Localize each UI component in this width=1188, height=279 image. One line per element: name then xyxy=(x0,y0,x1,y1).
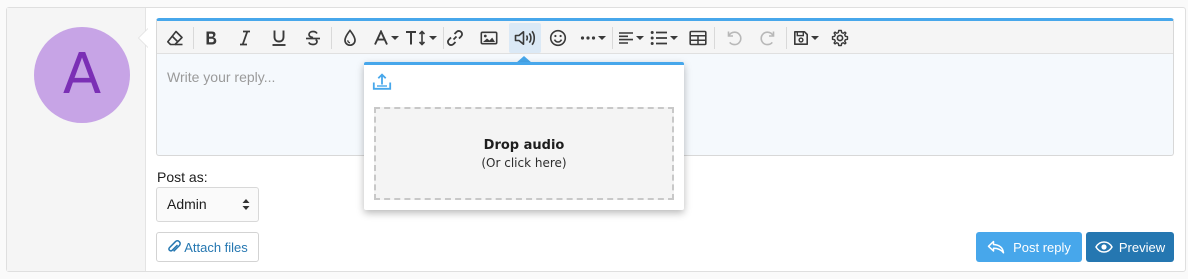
toolbar-divider xyxy=(612,27,613,49)
editor-toolbar xyxy=(157,21,1173,54)
eye-icon xyxy=(1095,241,1113,253)
italic-icon[interactable] xyxy=(232,23,258,53)
list-icon[interactable] xyxy=(649,23,679,53)
volume-icon[interactable] xyxy=(509,23,541,53)
audio-upload-popup: Drop audio (Or click here) xyxy=(364,62,684,210)
underline-icon[interactable] xyxy=(266,23,292,53)
toolbar-divider xyxy=(331,27,332,49)
text-height-icon[interactable] xyxy=(404,23,438,53)
gear-icon[interactable] xyxy=(827,23,853,53)
redo-icon[interactable] xyxy=(755,23,781,53)
undo-icon[interactable] xyxy=(721,23,747,53)
link-icon[interactable] xyxy=(442,23,468,53)
reply-icon xyxy=(987,240,1005,254)
post-reply-label: Post reply xyxy=(1013,239,1071,255)
smile-icon[interactable] xyxy=(545,23,571,53)
eraser-icon[interactable] xyxy=(162,23,188,53)
toolbar-divider xyxy=(714,27,715,49)
strikethrough-icon[interactable] xyxy=(300,23,326,53)
paperclip-icon xyxy=(168,240,182,252)
preview-button[interactable]: Preview xyxy=(1086,232,1174,262)
dropzone-title: Drop audio xyxy=(483,137,565,153)
image-icon[interactable] xyxy=(476,23,502,53)
reply-placeholder[interactable]: Write your reply... xyxy=(167,69,275,85)
attach-files-label: Attach files xyxy=(184,239,248,255)
avatar-column: A xyxy=(7,8,146,271)
bold-icon[interactable] xyxy=(198,23,224,53)
post-as-select[interactable]: Admin xyxy=(156,187,259,222)
post-as-label: Post as: xyxy=(157,169,208,185)
reply-block: A Write your reply... Drop audio (Or cli… xyxy=(0,0,1188,279)
toolbar-divider xyxy=(193,27,194,49)
avatar[interactable]: A xyxy=(34,27,130,123)
droplet-icon[interactable] xyxy=(337,23,363,53)
audio-dropzone[interactable]: Drop audio (Or click here) xyxy=(374,107,674,200)
ellipsis-icon[interactable] xyxy=(577,23,609,53)
post-reply-button[interactable]: Post reply xyxy=(976,232,1082,262)
attach-files-button[interactable]: Attach files xyxy=(156,232,259,262)
align-left-icon[interactable] xyxy=(616,23,646,53)
panel-pointer xyxy=(139,29,148,47)
upload-icon[interactable] xyxy=(372,73,394,93)
save-icon[interactable] xyxy=(790,23,822,53)
post-as-value: Admin xyxy=(167,196,207,212)
font-icon[interactable] xyxy=(369,23,403,53)
toolbar-divider xyxy=(786,27,787,49)
table-icon[interactable] xyxy=(685,23,711,53)
preview-label: Preview xyxy=(1118,239,1166,255)
updown-icon xyxy=(242,199,250,210)
dropzone-subtitle: (Or click here) xyxy=(481,155,567,170)
